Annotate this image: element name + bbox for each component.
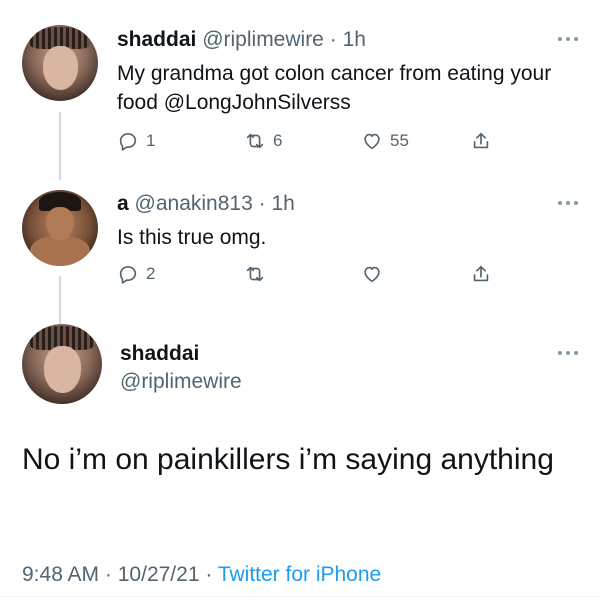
more-options-icon[interactable] bbox=[558, 200, 578, 206]
retweet-button[interactable]: 6 bbox=[244, 130, 282, 152]
retweet-icon bbox=[246, 266, 264, 282]
share-button[interactable] bbox=[470, 130, 492, 152]
timestamp[interactable]: 1h bbox=[343, 28, 366, 51]
author-handle: @riplimewire bbox=[120, 370, 242, 394]
separator: · bbox=[205, 563, 213, 586]
author-name: shaddai bbox=[120, 342, 199, 366]
share-icon bbox=[473, 132, 489, 149]
share-button[interactable] bbox=[470, 263, 492, 285]
tweet-text: My grandma got colon cancer from eating … bbox=[117, 62, 552, 114]
avatar-torso bbox=[29, 235, 91, 266]
like-button[interactable] bbox=[361, 263, 383, 285]
separator: · bbox=[258, 192, 266, 215]
thread-line bbox=[59, 276, 61, 324]
divider bbox=[0, 596, 600, 597]
avatar-face bbox=[44, 346, 82, 393]
thread-line bbox=[59, 112, 61, 180]
avatar[interactable] bbox=[22, 190, 98, 266]
share-icon bbox=[473, 265, 489, 282]
tweet-text: Is this true omg. bbox=[117, 226, 267, 249]
reply-button[interactable]: 2 bbox=[117, 263, 155, 285]
avatar[interactable] bbox=[22, 324, 102, 404]
like-button[interactable]: 55 bbox=[361, 130, 409, 152]
reply-button[interactable]: 1 bbox=[117, 130, 155, 152]
display-name[interactable]: shaddai bbox=[120, 342, 199, 365]
retweet-icon bbox=[246, 133, 264, 149]
avatar[interactable] bbox=[22, 25, 98, 101]
heart-icon bbox=[364, 133, 380, 150]
tweet-meta: 9:48 AM · 10/27/21 · Twitter for iPhone bbox=[22, 563, 381, 587]
display-name[interactable]: shaddai bbox=[117, 28, 196, 51]
reply-icon bbox=[119, 133, 137, 151]
tweet-header: shaddai @riplimewire · 1h bbox=[117, 28, 366, 52]
source-link[interactable]: Twitter for iPhone bbox=[218, 563, 381, 586]
avatar-face bbox=[46, 206, 74, 241]
like-count: 55 bbox=[390, 131, 409, 150]
display-name[interactable]: a bbox=[117, 192, 129, 215]
reply-count: 2 bbox=[146, 264, 156, 283]
date[interactable]: 10/27/21 bbox=[118, 563, 200, 586]
timestamp[interactable]: 1h bbox=[271, 192, 294, 215]
handle[interactable]: @riplimewire bbox=[120, 370, 242, 393]
reply-count: 1 bbox=[146, 131, 156, 150]
heart-icon bbox=[364, 266, 380, 283]
handle[interactable]: @riplimewire bbox=[202, 28, 324, 51]
separator: · bbox=[329, 28, 337, 51]
more-options-icon[interactable] bbox=[558, 36, 578, 42]
separator: · bbox=[104, 563, 112, 586]
tweet-text: No i’m on painkillers i’m saying anythin… bbox=[22, 443, 554, 476]
retweet-button[interactable] bbox=[244, 263, 266, 285]
tweet-header: a @anakin813 · 1h bbox=[117, 192, 295, 216]
reply-icon bbox=[119, 266, 137, 284]
retweet-count: 6 bbox=[273, 131, 283, 150]
handle[interactable]: @anakin813 bbox=[135, 192, 253, 215]
avatar-face bbox=[43, 46, 79, 91]
timestamp[interactable]: 9:48 AM bbox=[22, 563, 99, 586]
more-options-icon[interactable] bbox=[558, 350, 578, 356]
